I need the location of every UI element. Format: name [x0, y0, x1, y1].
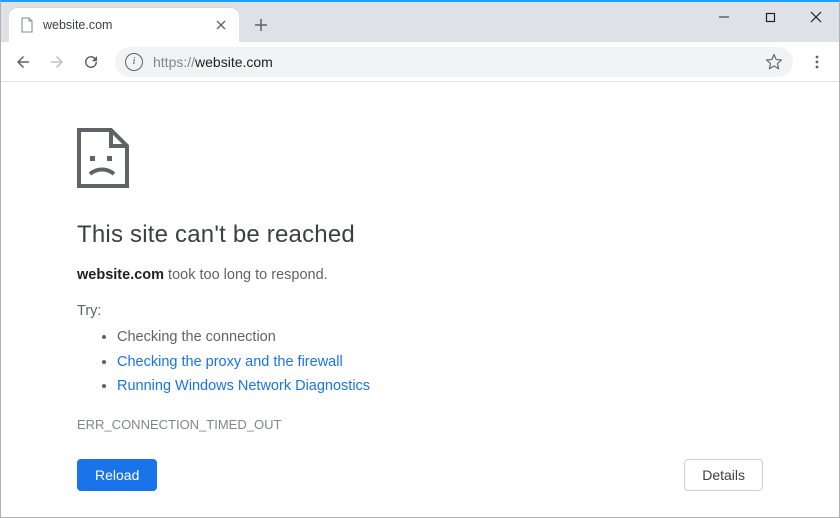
browser-window: website.com i https://website.com [0, 0, 840, 518]
error-message: website.com took too long to respond. [77, 267, 763, 283]
window-controls [701, 2, 839, 32]
browser-tab[interactable]: website.com [9, 8, 239, 42]
new-tab-button[interactable] [247, 11, 275, 39]
bookmark-star-icon[interactable] [765, 53, 783, 71]
suggestion-link[interactable]: Checking the proxy and the firewall [117, 350, 763, 375]
url-host: website.com [195, 54, 273, 70]
button-row: Reload Details [77, 459, 763, 491]
details-button[interactable]: Details [684, 459, 763, 491]
browser-menu-button[interactable] [801, 46, 833, 78]
address-bar[interactable]: i https://website.com [115, 47, 793, 77]
reload-toolbar-button[interactable] [75, 46, 107, 78]
minimize-button[interactable] [701, 2, 747, 32]
error-heading: This site can't be reached [77, 221, 763, 249]
suggestions-list: Checking the connection Checking the pro… [77, 325, 763, 399]
toolbar: i https://website.com [1, 42, 839, 82]
forward-button[interactable] [41, 46, 73, 78]
site-info-icon[interactable]: i [125, 53, 143, 71]
suggestion-link[interactable]: Running Windows Network Diagnostics [117, 374, 763, 399]
suggestion-item: Checking the connection [117, 325, 763, 350]
url-text: https://website.com [153, 54, 765, 70]
try-label: Try: [77, 303, 763, 319]
close-window-button[interactable] [793, 2, 839, 32]
error-host: website.com [77, 267, 164, 283]
maximize-button[interactable] [747, 2, 793, 32]
close-tab-button[interactable] [213, 17, 229, 33]
sad-file-icon [77, 128, 763, 193]
tab-title: website.com [43, 18, 213, 32]
url-scheme: https:// [153, 54, 195, 70]
reload-button[interactable]: Reload [77, 459, 157, 491]
file-icon [19, 17, 35, 33]
back-button[interactable] [7, 46, 39, 78]
error-message-rest: took too long to respond. [164, 267, 328, 283]
error-code: ERR_CONNECTION_TIMED_OUT [77, 417, 763, 432]
error-page: This site can't be reached website.com t… [1, 82, 839, 517]
